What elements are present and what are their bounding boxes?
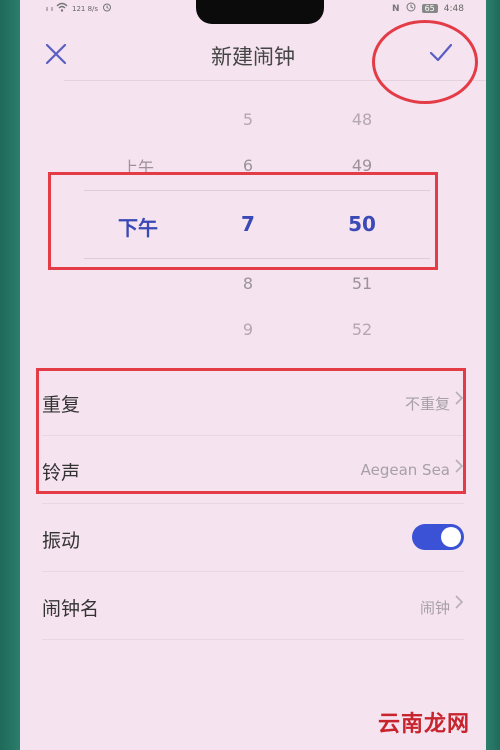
nfc-icon: N [392, 3, 400, 14]
alarm-name-value: 闹钟 [419, 599, 450, 617]
repeat-label: 重复 [42, 394, 81, 416]
cell-signal-icon: ₗₗ [46, 3, 48, 14]
vibrate-row: 振动 [42, 504, 464, 572]
picker-selection-line-bottom [84, 258, 430, 259]
time-picker[interactable]: 上午 下午 5 6 7 8 9 48 49 50 51 52 [20, 92, 486, 348]
minute-option-below-2[interactable]: 52 [322, 320, 402, 339]
minute-option-below-1[interactable]: 51 [322, 274, 402, 293]
hour-option-below-2[interactable]: 9 [208, 320, 288, 339]
chevron-right-icon [454, 458, 464, 478]
hour-selected[interactable]: 7 [208, 212, 288, 236]
hour-option-below-1[interactable]: 8 [208, 274, 288, 293]
repeat-value: 不重复 [404, 395, 450, 413]
camera-notch [196, 0, 324, 24]
chevron-right-icon [454, 594, 464, 614]
status-left: ₗₗ ₗₗ 121 8/s [46, 2, 112, 15]
vibrate-label: 振动 [42, 530, 81, 552]
alarm-name-label: 闹钟名 [42, 598, 100, 620]
ringtone-label: 铃声 [42, 462, 81, 484]
header-divider [64, 80, 486, 81]
phone-frame-right [486, 0, 500, 750]
watermark-text: 云南龙网 [377, 712, 470, 737]
ampm-option-above[interactable]: 上午 [98, 154, 178, 178]
confirm-button[interactable] [426, 38, 456, 68]
ringtone-row[interactable]: 铃声 Aegean Sea [42, 436, 464, 504]
minute-option-above-1[interactable]: 49 [322, 156, 402, 175]
alarm-name-row[interactable]: 闹钟名 闹钟 [42, 572, 464, 640]
hour-option-above-1[interactable]: 6 [208, 156, 288, 175]
picker-selection-line-top [84, 190, 430, 191]
vibrate-toggle[interactable] [412, 524, 464, 550]
status-right: N 65 4:48 [392, 2, 464, 15]
minute-selected[interactable]: 50 [322, 212, 402, 236]
wifi-icon [56, 2, 68, 15]
clock-icon [406, 2, 416, 15]
chevron-right-icon [454, 390, 464, 410]
header-bar: 新建闹钟 [20, 28, 486, 80]
alarm-status-icon [102, 2, 112, 15]
minute-option-above-2[interactable]: 48 [322, 110, 402, 129]
page-title: 新建闹钟 [211, 45, 295, 69]
battery-icon: 65 [421, 4, 438, 13]
repeat-row[interactable]: 重复 不重复 [42, 368, 464, 436]
row-divider [42, 639, 464, 640]
status-time: 4:48 [443, 3, 464, 14]
hour-option-above-2[interactable]: 5 [208, 110, 288, 129]
phone-frame-left [0, 0, 22, 750]
ringtone-value: Aegean Sea [360, 461, 450, 479]
network-speed: 121 8/s [72, 4, 99, 13]
cell-signal-icon-2: ₗₗ [51, 3, 53, 14]
alarm-screen: ₗₗ ₗₗ 121 8/s N 65 4:48 新建闹钟 上午 下午 5 6 7… [20, 0, 486, 750]
checkmark-icon [429, 43, 453, 62]
ampm-selected[interactable]: 下午 [98, 212, 178, 241]
toggle-knob [441, 527, 461, 547]
